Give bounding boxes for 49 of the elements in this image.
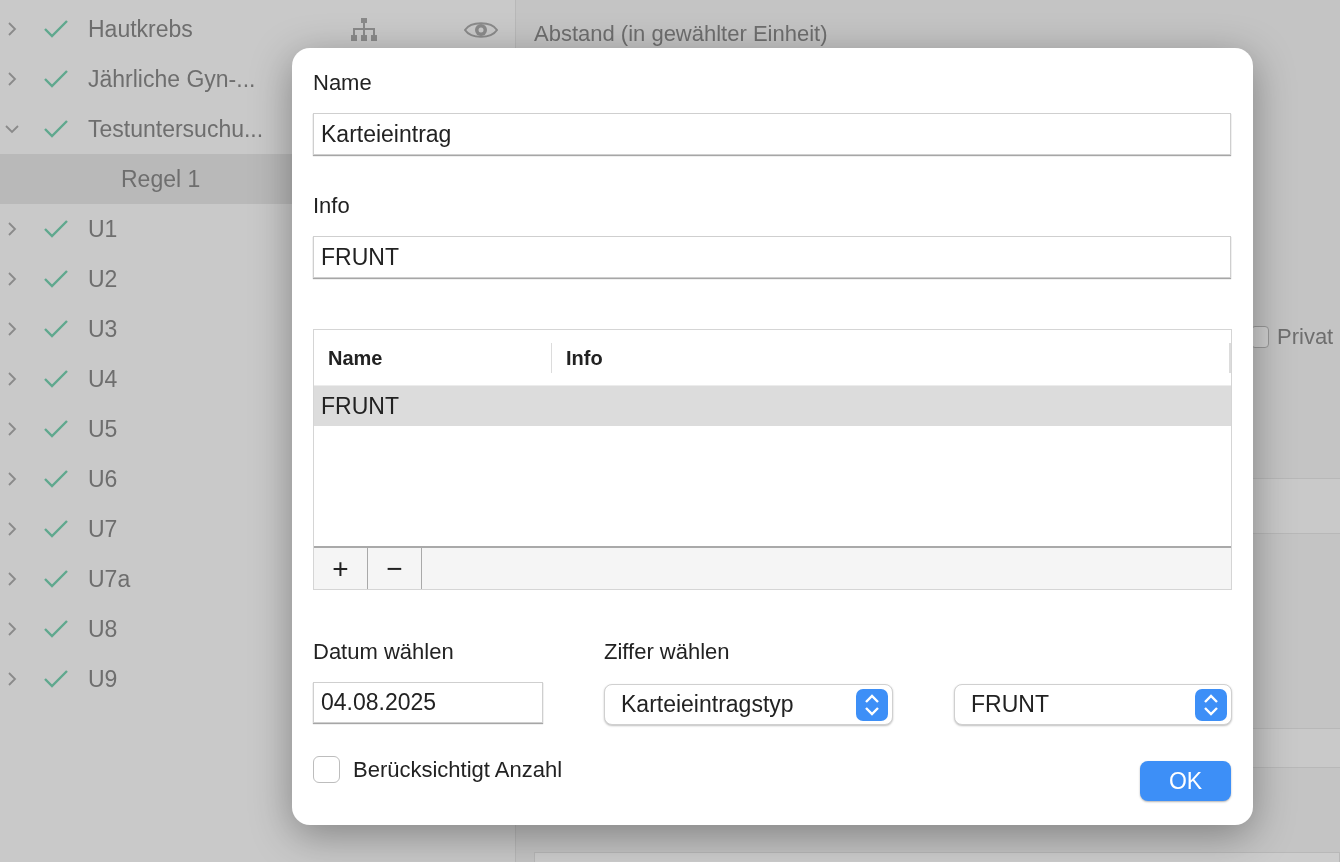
ok-button[interactable]: OK bbox=[1140, 761, 1231, 801]
tree-item[interactable]: Testuntersuchu... bbox=[88, 111, 264, 147]
tree-item[interactable]: U1 bbox=[88, 211, 118, 247]
tree-item[interactable]: U3 bbox=[88, 311, 118, 347]
tree-item[interactable]: U6 bbox=[88, 461, 118, 497]
tree-item[interactable]: U4 bbox=[88, 361, 118, 397]
column-header[interactable]: Name bbox=[314, 342, 552, 373]
checkbox[interactable] bbox=[313, 756, 340, 783]
chevron-icon[interactable] bbox=[7, 321, 17, 337]
checkbox-label: Privat bbox=[1277, 323, 1334, 351]
field-label: Abstand (in gewählter Einheit) bbox=[534, 20, 829, 48]
name-field[interactable]: Karteieintrag bbox=[313, 113, 1231, 155]
tree-item[interactable]: U9 bbox=[88, 661, 118, 697]
field-label: Datum wählen bbox=[313, 638, 455, 666]
chevron-icon[interactable] bbox=[7, 71, 17, 87]
tree-item[interactable]: U7a bbox=[88, 561, 131, 597]
table-cell-text: FRUNT bbox=[321, 391, 399, 421]
tree-item[interactable]: U8 bbox=[88, 611, 118, 647]
checkbox-label: Berücksichtigt Anzahl bbox=[353, 756, 563, 784]
info-field[interactable]: FRUNT bbox=[313, 236, 1231, 278]
popup-button[interactable]: Karteieintragstyp bbox=[604, 684, 893, 725]
field-label: Name bbox=[313, 69, 373, 97]
chevron-icon[interactable] bbox=[7, 371, 17, 387]
field-label: Ziffer wählen bbox=[604, 638, 731, 666]
chevron-icon[interactable] bbox=[7, 421, 17, 437]
chevron-icon[interactable] bbox=[7, 571, 17, 587]
tree-item[interactable]: U5 bbox=[88, 411, 118, 447]
chevron-icon[interactable] bbox=[7, 471, 17, 487]
chevron-icon[interactable] bbox=[7, 271, 17, 287]
popup-button[interactable]: FRUNT bbox=[954, 684, 1232, 725]
tree-item[interactable]: U7 bbox=[88, 511, 118, 547]
date-field[interactable]: 04.08.2025 bbox=[313, 682, 543, 723]
chevron-icon[interactable] bbox=[4, 124, 20, 134]
remove-button[interactable]: − bbox=[368, 548, 422, 589]
chevron-icon[interactable] bbox=[7, 221, 17, 237]
tree-item[interactable]: U2 bbox=[88, 261, 118, 297]
tree-item[interactable]: Regel 1 bbox=[121, 161, 201, 197]
hierarchy-icon[interactable] bbox=[351, 18, 377, 42]
chevron-icon[interactable] bbox=[7, 621, 17, 637]
chevron-icon[interactable] bbox=[7, 671, 17, 687]
tree-item[interactable]: Hautkrebs bbox=[88, 11, 193, 47]
chevron-icon[interactable] bbox=[7, 21, 17, 37]
chevron-icon[interactable] bbox=[7, 521, 17, 537]
field-label: Info bbox=[313, 192, 351, 220]
tree-item[interactable]: Jährliche Gyn-... bbox=[88, 61, 256, 97]
column-header[interactable]: Info bbox=[552, 342, 1231, 373]
add-button[interactable]: + bbox=[314, 548, 368, 589]
stepper-icon bbox=[1195, 688, 1227, 721]
stepper-icon bbox=[856, 688, 888, 721]
